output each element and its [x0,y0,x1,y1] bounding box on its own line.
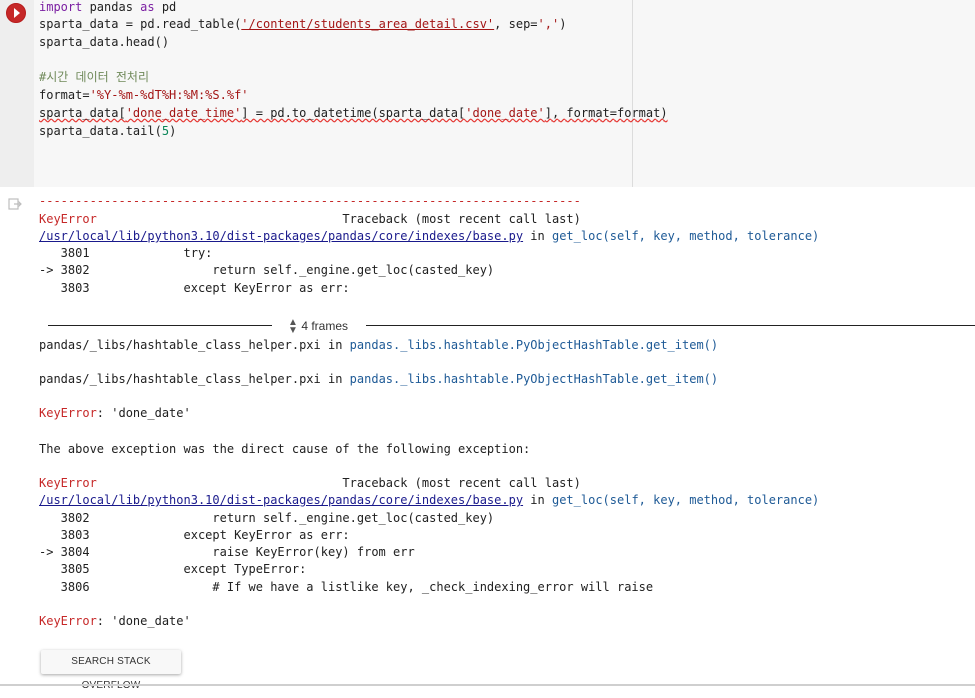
expand-frames-toggle[interactable]: ▲ ▼ 4 frames [288,317,348,335]
traceback-code-line: 3805 except TypeError: [39,562,307,576]
frames-divider-right [366,325,975,326]
search-stack-overflow-button[interactable]: SEARCH STACK OVERFLOW [41,650,181,691]
traceback-location-1: /usr/local/lib/python3.10/dist-packages/… [39,229,820,243]
base-py-link[interactable]: /usr/local/lib/python3.10/dist-packages/… [39,493,523,507]
traceback-code-line: 3803 except KeyError as err: [39,281,350,295]
editor-ruler [632,0,633,187]
traceback-separator: ----------------------------------------… [39,194,581,208]
traceback-header-1: KeyError Traceback (most recent call las… [39,212,581,226]
output-icon[interactable] [8,198,22,210]
code-line-2: sparta_data = pd.read_table('/content/st… [39,17,567,31]
code-editor[interactable]: import pandas as pd sparta_data = pd.rea… [34,0,975,187]
traceback-code-line: 3806 # If we have a listlike key, _check… [39,580,654,594]
code-line-7: sparta_data['done_date_time'] = pd.to_da… [39,106,668,120]
traceback-location-pxi: pandas/_libs/hashtable_class_helper.pxi … [39,372,719,386]
key-error-message: KeyError: 'done_date' [39,614,191,628]
base-py-link[interactable]: /usr/local/lib/python3.10/dist-packages/… [39,229,523,243]
traceback-code-line: 3802 return self._engine.get_loc(casted_… [39,511,495,525]
traceback-location-pxi: pandas/_libs/hashtable_class_helper.pxi … [39,338,719,352]
code-cell[interactable]: import pandas as pd sparta_data = pd.rea… [0,0,975,187]
code-line-5: #시간 데이터 전처리 [39,70,149,84]
exception-cause-text: The above exception was the direct cause… [39,442,531,456]
cell-gutter [0,0,34,187]
traceback-code-line: -> 3804 raise KeyError(key) from err [39,545,415,559]
code-line-6: format='%Y-%m-%dT%H:%M:%S.%f' [39,88,249,102]
traceback-code-line: -> 3802 return self._engine.get_loc(cast… [39,263,495,277]
key-error-message: KeyError: 'done_date' [39,406,191,420]
code-line-1: import pandas as pd [39,0,177,14]
traceback-code-line: 3803 except KeyError as err: [39,528,350,542]
run-cell-icon[interactable] [6,3,26,23]
csv-path-link[interactable]: '/content/students_area_detail.csv' [241,17,494,31]
traceback-location-2: /usr/local/lib/python3.10/dist-packages/… [39,493,820,507]
code-line-8: sparta_data.tail(5) [39,124,177,138]
frames-divider-left [48,325,272,326]
code-line-3: sparta_data.head() [39,35,170,49]
traceback-code-line: 3801 try: [39,246,213,260]
expand-frames-icon: ▲ ▼ [288,316,298,336]
traceback-header-2: KeyError Traceback (most recent call las… [39,476,581,490]
